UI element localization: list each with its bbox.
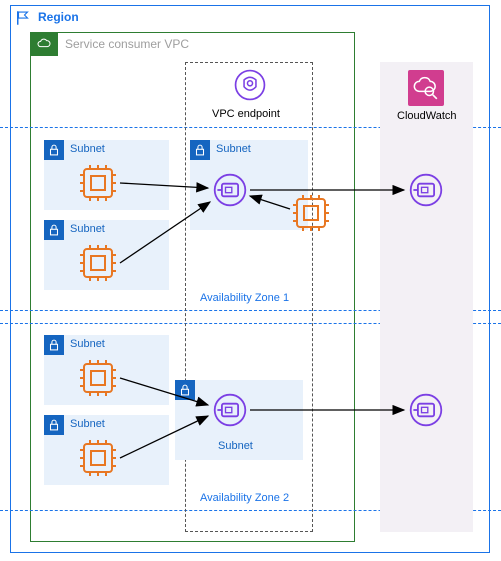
subnet-label: Subnet (216, 143, 251, 155)
eni-icon (212, 172, 248, 208)
subnet-label: Subnet (218, 440, 253, 452)
lock-icon (44, 335, 64, 355)
subnet-label: Subnet (70, 338, 105, 350)
subnet-label: Subnet (70, 418, 105, 430)
privatelink-icon (233, 68, 267, 102)
cloudwatch-container (380, 62, 473, 532)
ec2-instance-icon (293, 195, 329, 231)
vpc-cloud-icon (30, 32, 58, 56)
eni-icon (408, 392, 444, 428)
eni-icon (408, 172, 444, 208)
lock-icon (44, 220, 64, 240)
lock-icon (44, 140, 64, 160)
vpc-endpoint-container (185, 62, 313, 532)
ec2-instance-icon (80, 440, 116, 476)
cloudwatch-icon (408, 70, 444, 106)
eni-icon (212, 392, 248, 428)
vpc-label: Service consumer VPC (65, 37, 189, 51)
region-flag-icon (14, 9, 32, 27)
lock-icon (44, 415, 64, 435)
ec2-instance-icon (80, 360, 116, 396)
subnet-label: Subnet (70, 143, 105, 155)
region-label: Region (38, 10, 79, 24)
vpc-endpoint-label: VPC endpoint (212, 108, 280, 120)
ec2-instance-icon (80, 245, 116, 281)
lock-icon (190, 140, 210, 160)
ec2-instance-icon (80, 165, 116, 201)
cloudwatch-label: CloudWatch (397, 110, 457, 122)
subnet-label: Subnet (70, 223, 105, 235)
lock-icon (175, 380, 195, 400)
